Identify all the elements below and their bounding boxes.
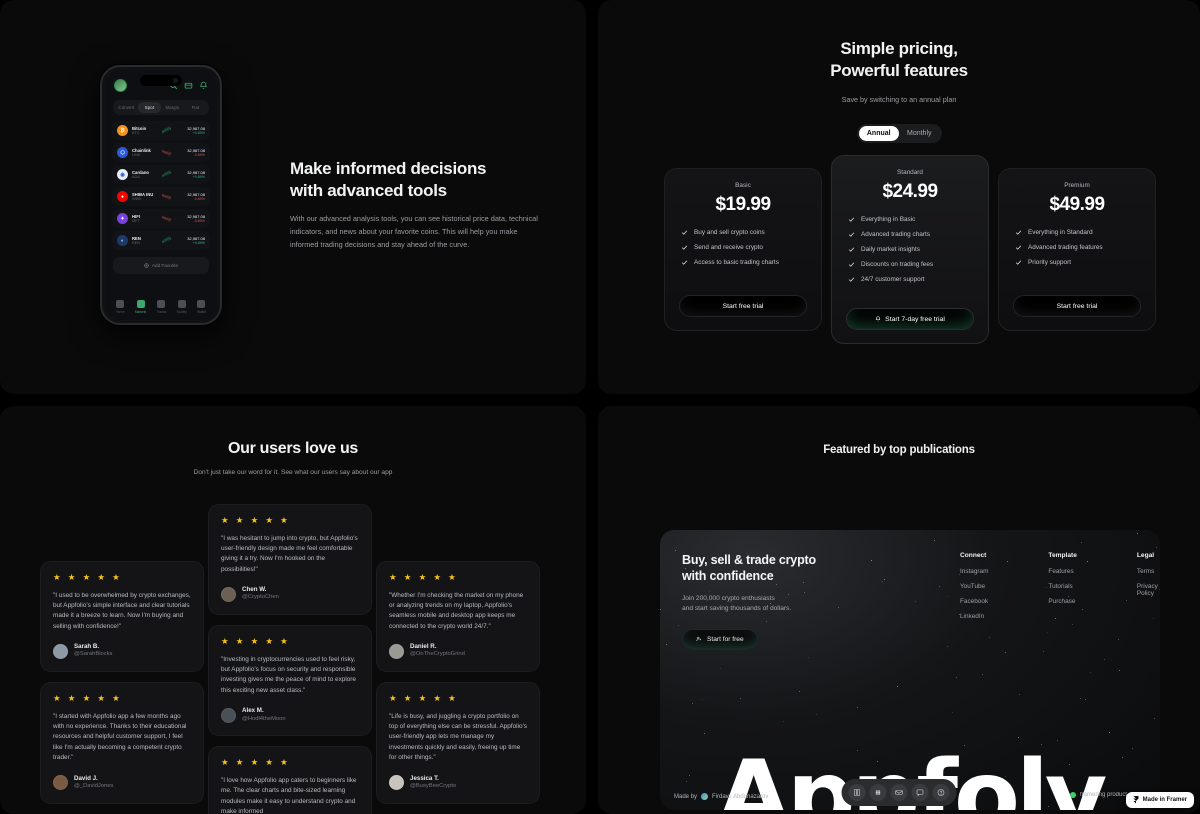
testimonial-card: ★ ★ ★ ★ ★ "Whether I'm checking the mark… bbox=[376, 561, 540, 673]
grid-icon bbox=[854, 789, 860, 796]
avatar bbox=[221, 707, 236, 723]
framer-logo-icon bbox=[1133, 796, 1139, 804]
start-for-free-button[interactable]: Start for free bbox=[682, 628, 758, 650]
avatar bbox=[221, 586, 236, 602]
testimonial-column: ★ ★ ★ ★ ★ "I was hesitant to jump into c… bbox=[208, 504, 372, 814]
testimonial-card: ★ ★ ★ ★ ★ "Life is busy, and juggling a … bbox=[376, 682, 540, 804]
avatar bbox=[389, 643, 404, 659]
author-avatar bbox=[701, 793, 709, 800]
testimonial-quote: "Investing in cryptocurrencies used to f… bbox=[221, 655, 356, 694]
testimonial-card: ★ ★ ★ ★ ★ "Investing in cryptocurrencies… bbox=[208, 625, 372, 737]
social-button-mail[interactable] bbox=[890, 784, 908, 801]
testimonial-author: Jessica T. @BusyBeeCrypto bbox=[389, 775, 527, 791]
phone-notch bbox=[140, 75, 182, 86]
testimonial-author: Alex M. @Hodl4theMoon bbox=[221, 707, 359, 723]
testimonial-quote: "I used to be overwhelmed by crypto exch… bbox=[53, 591, 191, 630]
footer-link-facebook[interactable]: Facebook bbox=[960, 598, 988, 605]
testimonial-card: ★ ★ ★ ★ ★ "I was hesitant to jump into c… bbox=[208, 504, 372, 616]
social-icon-bar bbox=[841, 779, 957, 806]
testimonial-author: Chen W. @CryptoChen bbox=[221, 586, 359, 602]
footer-link-columns: Connect Instagram YouTube Facebook LinkedIn… bbox=[960, 552, 1160, 628]
footer-link-privacy-policy[interactable]: Privacy Policy bbox=[1137, 583, 1160, 597]
footer-link-purchase[interactable]: Purchase bbox=[1048, 598, 1076, 605]
rating-stars: ★ ★ ★ ★ ★ bbox=[389, 572, 459, 582]
testimonial-card: ★ ★ ★ ★ ★ "I used to be overwhelmed by c… bbox=[40, 561, 204, 673]
testimonial-author: Daniel R. @OnTheCryptoGrind bbox=[389, 643, 527, 659]
avatar bbox=[53, 643, 68, 659]
author-handle: @OnTheCryptoGrind bbox=[410, 651, 465, 658]
framering-label: framering product bbox=[1080, 792, 1128, 798]
cta-body-line-1: Join 200,000 crypto enthusiasts bbox=[682, 594, 775, 602]
footer-column-title: Connect bbox=[960, 552, 987, 559]
rating-stars: ★ ★ ★ ★ ★ bbox=[221, 757, 291, 768]
help-icon bbox=[937, 789, 945, 796]
framering-dot-icon bbox=[1070, 792, 1076, 798]
testimonial-column: ★ ★ ★ ★ ★ "Whether I'm checking the mark… bbox=[376, 561, 540, 804]
testimonial-quote: "I started with Appfolio app a few month… bbox=[53, 712, 187, 762]
author-handle: @_DavidJones bbox=[74, 782, 114, 789]
author-name: David J. bbox=[74, 774, 98, 782]
made-by-prefix: Made by bbox=[674, 793, 698, 800]
rating-stars: ★ ★ ★ ★ ★ bbox=[221, 515, 291, 525]
testimonial-card: ★ ★ ★ ★ ★ "I started with Appfolio app a… bbox=[40, 682, 204, 804]
dots-icon bbox=[875, 790, 881, 795]
chat-icon bbox=[916, 789, 924, 797]
testimonial-column: ★ ★ ★ ★ ★ "I used to be overwhelmed by c… bbox=[40, 561, 204, 804]
cta-heading: Buy, sell & trade crypto with confidence bbox=[682, 552, 882, 585]
author-handle: @SarahBlocks bbox=[74, 651, 113, 658]
social-button-grid[interactable] bbox=[848, 784, 866, 801]
made-in-framer-label: Made in Framer bbox=[1142, 797, 1187, 803]
rating-stars: ★ ★ ★ ★ ★ bbox=[53, 693, 123, 704]
author-handle: @BusyBeeCrypto bbox=[410, 782, 457, 789]
avatar bbox=[389, 775, 404, 791]
featured-title: Featured by top publications bbox=[823, 444, 975, 456]
rating-stars: ★ ★ ★ ★ ★ bbox=[221, 636, 291, 647]
author-name: Jessica T. bbox=[410, 774, 439, 782]
made-in-framer-badge[interactable]: Made in Framer bbox=[1125, 792, 1194, 808]
testimonial-quote: "I was hesitant to jump into crypto, but… bbox=[221, 534, 358, 573]
author-name: Sarah B. bbox=[74, 643, 100, 650]
cta-heading-line-1: Buy, sell & trade crypto bbox=[682, 553, 816, 567]
cta-heading-line-2: with confidence bbox=[682, 569, 774, 584]
footer-link-tutorials[interactable]: Tutorials bbox=[1048, 583, 1076, 590]
footer-column-connect: Connect Instagram YouTube Facebook LinkedIn bbox=[960, 552, 988, 628]
person-add-icon bbox=[696, 636, 701, 642]
rating-stars: ★ ★ ★ ★ ★ bbox=[389, 693, 459, 704]
cta-body-line-2: and start saving thousands of dollars. bbox=[682, 605, 792, 613]
footer-column-template: Template Features Tutorials Purchase bbox=[1048, 552, 1076, 628]
testimonial-author: Sarah B. @SarahBlocks bbox=[53, 643, 191, 659]
testimonial-quote: "Life is busy, and juggling a crypto por… bbox=[389, 712, 527, 762]
social-button-chat[interactable] bbox=[911, 784, 929, 801]
cta-body: Join 200,000 crypto enthusiasts and star… bbox=[682, 594, 882, 615]
footer-column-title: Legal bbox=[1136, 552, 1155, 559]
footer-link-youtube[interactable]: YouTube bbox=[960, 583, 988, 590]
footer-link-linkedin[interactable]: LinkedIn bbox=[960, 613, 988, 620]
testimonial-quote: "I love how Appfolio app caters to begin… bbox=[221, 776, 357, 814]
cta-card: Buy, sell & trade crypto with confidence… bbox=[660, 530, 1160, 810]
social-button-help[interactable] bbox=[932, 784, 950, 801]
testimonial-quote: "Whether I'm checking the market on my p… bbox=[389, 591, 524, 630]
start-for-free-label: Start for free bbox=[707, 635, 744, 643]
social-button-dots[interactable] bbox=[869, 784, 887, 801]
author-name: Chen W. bbox=[242, 586, 267, 593]
footer-link-features[interactable]: Features bbox=[1048, 568, 1076, 575]
author-handle: @Hodl4theMoon bbox=[242, 715, 286, 722]
cta-copy: Buy, sell & trade crypto with confidence… bbox=[682, 552, 882, 650]
panel-featured-footer: Featured by top publications The Washing… bbox=[598, 406, 1200, 814]
made-by-credit: Made by Firdavs Abdunazarov bbox=[674, 793, 768, 800]
author-name: Alex M. bbox=[242, 707, 264, 715]
testimonial-author: David J. @_DavidJones bbox=[53, 775, 191, 791]
mail-icon bbox=[895, 790, 903, 795]
made-by-name: Firdavs Abdunazarov bbox=[712, 793, 769, 800]
footer-link-instagram[interactable]: Instagram bbox=[960, 568, 988, 575]
footer-column-title: Template bbox=[1048, 552, 1077, 559]
footer-link-terms[interactable]: Terms bbox=[1137, 568, 1160, 575]
footer-column-legal: Legal Terms Privacy Policy bbox=[1137, 552, 1160, 628]
rating-stars: ★ ★ ★ ★ ★ bbox=[53, 572, 123, 582]
screenshot-root: Convert Spot Margin Fiat ₿ Bitcoin BTC 32,9… bbox=[0, 0, 1200, 814]
testimonial-card: ★ ★ ★ ★ ★ "I love how Appfolio app cater… bbox=[208, 746, 372, 814]
author-name: Daniel R. bbox=[410, 643, 437, 650]
author-handle: @CryptoChen bbox=[242, 594, 279, 601]
avatar bbox=[53, 775, 68, 791]
